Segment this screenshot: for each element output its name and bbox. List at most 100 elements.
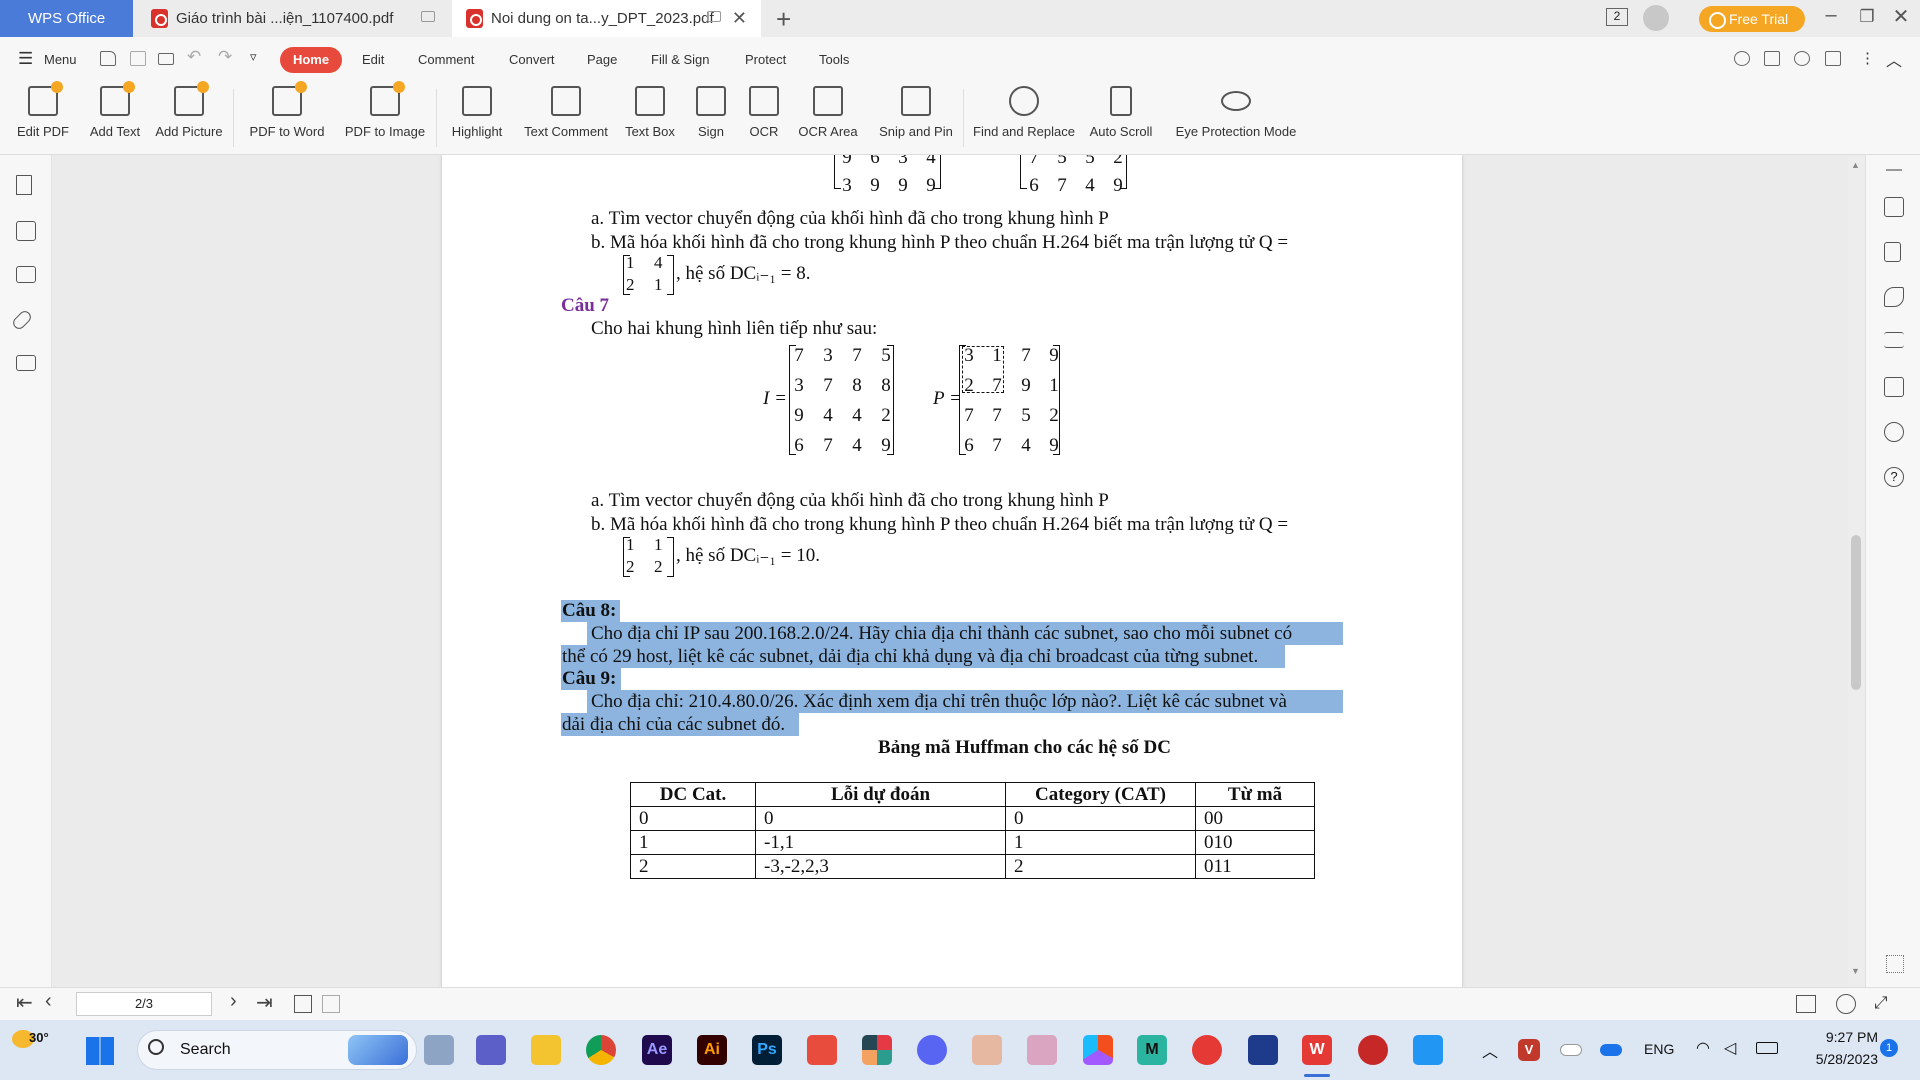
taskbar-search[interactable]: Search [137, 1030, 417, 1070]
tab-fill-sign[interactable]: Fill & Sign [651, 52, 710, 67]
photoshop-icon[interactable]: Ps [752, 1035, 782, 1065]
add-text-button[interactable]: Add Text [82, 81, 148, 155]
pdf-to-word-button[interactable]: PDF to Word [242, 81, 332, 155]
export-icon[interactable] [1764, 51, 1780, 66]
file-explorer-icon[interactable] [531, 1035, 561, 1065]
grid-view-icon[interactable] [1886, 955, 1904, 973]
maya-icon[interactable]: M [1137, 1035, 1167, 1065]
panel-handle[interactable] [1886, 169, 1902, 171]
app-icon[interactable] [807, 1035, 837, 1065]
pen-tool-icon[interactable] [1884, 287, 1904, 307]
close-tab-icon[interactable]: ✕ [732, 8, 747, 29]
windows-start-icon[interactable] [86, 1037, 114, 1065]
more-options-icon[interactable]: ⋮ [1860, 49, 1875, 67]
vscode-icon[interactable] [1248, 1035, 1278, 1065]
task-view-icon[interactable] [424, 1035, 454, 1065]
tab-document-1[interactable]: Giáo trình bài ...iện_1107400.pdf [133, 0, 451, 37]
window-count-badge[interactable]: 2 [1606, 8, 1628, 26]
tab-protect[interactable]: Protect [745, 52, 786, 67]
free-trial-button[interactable]: Free Trial [1699, 6, 1805, 32]
onedrive-icon[interactable] [1560, 1044, 1582, 1056]
restore-button[interactable]: ❐ [1852, 7, 1882, 27]
collapse-ribbon-icon[interactable]: ︿ [1886, 47, 1902, 71]
last-page-icon[interactable]: ⇥ [256, 990, 273, 1015]
illustrator-icon[interactable]: Ai [697, 1035, 727, 1065]
tab-comment[interactable]: Comment [418, 52, 474, 67]
page-number-input[interactable]: 2/3 [76, 992, 212, 1016]
eye-protection-button[interactable]: Eye Protection Mode [1168, 81, 1304, 155]
tab-document-2-active[interactable]: Noi dung on ta...y_DPT_2023.pdf ✕ [452, 0, 761, 37]
undo-icon[interactable]: ↶ [187, 47, 201, 67]
forward-view-icon[interactable] [322, 995, 340, 1013]
clock-time[interactable]: 9:27 PM [1808, 1029, 1878, 1045]
edit-note-icon[interactable] [1884, 197, 1904, 217]
tray-app-icon[interactable]: V [1518, 1039, 1540, 1061]
search-zoom-icon[interactable] [1884, 422, 1904, 442]
document-viewer[interactable]: 9 6 3 4 3 9 9 9 7 5 5 2 6 7 4 9 a. Tìm v… [53, 155, 1848, 987]
read-mode-icon[interactable] [1796, 995, 1816, 1013]
scroll-down-arrow[interactable]: ▼ [1851, 966, 1860, 976]
tab-wps-office[interactable]: WPS Office [0, 0, 133, 37]
after-effects-icon[interactable]: Ae [642, 1035, 672, 1065]
user-avatar[interactable] [1643, 5, 1669, 31]
tab-edit[interactable]: Edit [362, 52, 384, 67]
document-export-icon[interactable] [1884, 242, 1901, 262]
new-tab-button[interactable]: + [776, 4, 791, 35]
photos-icon[interactable] [1413, 1035, 1443, 1065]
highlight-button[interactable]: Highlight [444, 81, 510, 155]
text-align-icon[interactable] [1884, 332, 1904, 348]
open-folder-icon[interactable] [100, 51, 116, 66]
back-view-icon[interactable] [294, 995, 312, 1013]
minimize-button[interactable]: – [1816, 4, 1846, 27]
tab-tools[interactable]: Tools [819, 52, 849, 67]
first-page-icon[interactable]: ⇤ [16, 990, 33, 1015]
scroll-up-arrow[interactable]: ▲ [1851, 160, 1860, 170]
wps-office-icon[interactable]: W [1302, 1035, 1332, 1065]
chrome-icon[interactable] [586, 1035, 616, 1065]
find-and-replace-button[interactable]: Find and Replace [972, 81, 1076, 155]
comment-bubble-icon[interactable] [1825, 51, 1841, 66]
volume-icon[interactable]: ◁ [1724, 1038, 1736, 1058]
weather-temp[interactable]: 30° [29, 1030, 49, 1045]
play-icon[interactable] [1836, 994, 1856, 1014]
tab-convert[interactable]: Convert [509, 52, 555, 67]
notification-badge[interactable]: 1 [1880, 1039, 1898, 1057]
snip-and-pin-button[interactable]: Snip and Pin [876, 81, 956, 155]
app-icon[interactable] [1192, 1035, 1222, 1065]
pdf-to-image-button[interactable]: PDF to Image [342, 81, 428, 155]
discord-icon[interactable] [917, 1035, 947, 1065]
game-icon[interactable] [972, 1035, 1002, 1065]
signature-icon[interactable] [16, 355, 36, 371]
hamburger-icon[interactable]: ☰ [18, 49, 33, 69]
ocr-area-button[interactable]: OCR Area [792, 81, 864, 155]
auto-scroll-button[interactable]: Auto Scroll [1083, 81, 1159, 155]
close-window-button[interactable]: ✕ [1886, 4, 1916, 29]
previous-page-icon[interactable]: ‹ [45, 990, 52, 1013]
settings-gear-icon[interactable] [1794, 51, 1810, 66]
help-icon[interactable]: ? [1884, 467, 1904, 487]
clock-date[interactable]: 5/28/2023 [1796, 1051, 1878, 1067]
tab-page[interactable]: Page [587, 52, 617, 67]
edit-pdf-button[interactable]: Edit PDF [10, 81, 76, 155]
app-icon[interactable] [862, 1035, 892, 1065]
text-box-button[interactable]: Text Box [620, 81, 680, 155]
menu-button[interactable]: Menu [44, 52, 77, 67]
fullscreen-icon[interactable]: ⤢ [1874, 993, 1888, 1013]
comment-icon[interactable] [16, 266, 36, 283]
teams-icon[interactable] [476, 1035, 506, 1065]
game-icon[interactable] [1027, 1035, 1057, 1065]
language-indicator[interactable]: ENG [1644, 1041, 1674, 1057]
sign-button[interactable]: Sign [690, 81, 732, 155]
compress-icon[interactable] [1884, 377, 1904, 397]
figma-icon[interactable] [1083, 1035, 1113, 1065]
customize-dropdown-icon[interactable]: ▿ [250, 49, 257, 65]
cloud-icon[interactable] [1600, 1044, 1622, 1056]
thumbnail-image-icon[interactable] [16, 221, 36, 241]
add-picture-button[interactable]: Add Picture [152, 81, 226, 155]
wifi-icon[interactable]: ◠ [1696, 1038, 1710, 1058]
share-user-icon[interactable] [1734, 51, 1750, 66]
save-icon[interactable] [130, 51, 146, 66]
app-icon[interactable] [1358, 1035, 1388, 1065]
battery-icon[interactable] [1756, 1042, 1778, 1054]
show-hidden-icons[interactable]: ︿ [1482, 1038, 1498, 1062]
